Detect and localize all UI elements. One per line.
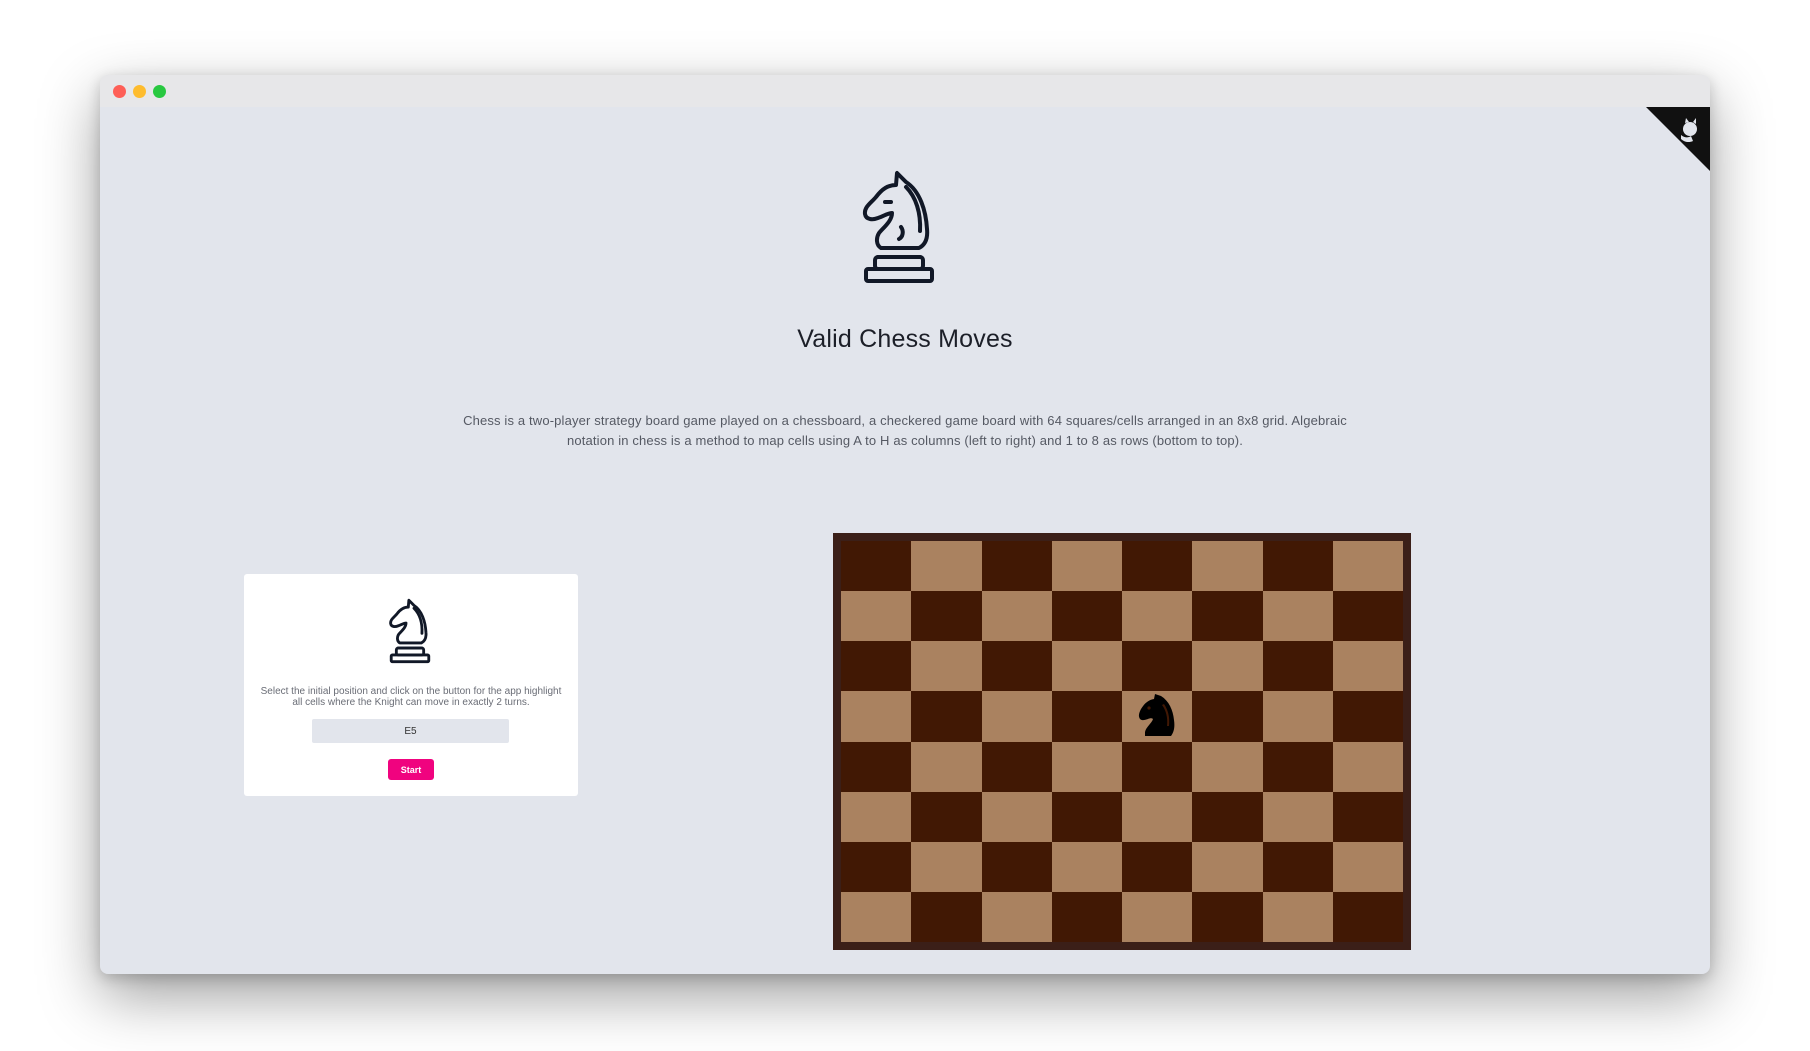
board-cell-f2[interactable] bbox=[1192, 841, 1263, 892]
board-cell-c3[interactable] bbox=[981, 791, 1052, 842]
board-cell-h8[interactable] bbox=[1332, 541, 1403, 592]
board-cell-a7[interactable] bbox=[841, 591, 912, 642]
board-cell-c5[interactable] bbox=[981, 691, 1052, 742]
knight-piece-icon bbox=[1137, 692, 1177, 740]
chessboard bbox=[833, 533, 1411, 950]
board-cell-b1[interactable] bbox=[911, 891, 982, 942]
github-corner-icon bbox=[1646, 107, 1710, 171]
page-title: Valid Chess Moves bbox=[797, 325, 1013, 353]
github-corner-link[interactable] bbox=[1646, 107, 1710, 171]
board-cell-g3[interactable] bbox=[1262, 791, 1333, 842]
board-cell-b4[interactable] bbox=[911, 741, 982, 792]
board-cell-c2[interactable] bbox=[981, 841, 1052, 892]
board-cell-c6[interactable] bbox=[981, 641, 1052, 692]
board-cell-a8[interactable] bbox=[841, 541, 912, 592]
board-cell-h7[interactable] bbox=[1332, 591, 1403, 642]
board-cell-g1[interactable] bbox=[1262, 891, 1333, 942]
board-cell-d8[interactable] bbox=[1051, 541, 1122, 592]
board-cell-f5[interactable] bbox=[1192, 691, 1263, 742]
board-cell-e2[interactable] bbox=[1122, 841, 1193, 892]
page-description: Chess is a two-player strategy board gam… bbox=[463, 413, 1347, 448]
board-cell-b2[interactable] bbox=[911, 841, 982, 892]
board-cell-a4[interactable] bbox=[841, 741, 912, 792]
board-cell-d6[interactable] bbox=[1051, 641, 1122, 692]
board-cell-g2[interactable] bbox=[1262, 841, 1333, 892]
board-cell-h4[interactable] bbox=[1332, 741, 1403, 792]
minimize-window-button[interactable] bbox=[133, 85, 146, 98]
board-cell-a2[interactable] bbox=[841, 841, 912, 892]
board-cell-f6[interactable] bbox=[1192, 641, 1263, 692]
board-cell-f4[interactable] bbox=[1192, 741, 1263, 792]
board-cell-b5[interactable] bbox=[911, 691, 982, 742]
knight-outline-icon bbox=[389, 598, 431, 664]
board-cell-g5[interactable] bbox=[1262, 691, 1333, 742]
board-cell-h1[interactable] bbox=[1332, 891, 1403, 942]
knight-outline-icon bbox=[862, 171, 934, 283]
board-cell-d1[interactable] bbox=[1051, 891, 1122, 942]
board-cell-c8[interactable] bbox=[981, 541, 1052, 592]
board-cell-e3[interactable] bbox=[1122, 791, 1193, 842]
board-cell-a5[interactable] bbox=[841, 691, 912, 742]
board-cell-c1[interactable] bbox=[981, 891, 1052, 942]
instructions-text: Select the initial position and click on… bbox=[260, 686, 562, 708]
board-cell-h6[interactable] bbox=[1332, 641, 1403, 692]
board-cell-b8[interactable] bbox=[911, 541, 982, 592]
board-cell-d3[interactable] bbox=[1051, 791, 1122, 842]
board-cell-d2[interactable] bbox=[1051, 841, 1122, 892]
board-cell-e1[interactable] bbox=[1122, 891, 1193, 942]
board-cell-g4[interactable] bbox=[1262, 741, 1333, 792]
board-cell-g6[interactable] bbox=[1262, 641, 1333, 692]
board-cell-e8[interactable] bbox=[1122, 541, 1193, 592]
board-cell-d5[interactable] bbox=[1051, 691, 1122, 742]
board-cell-g7[interactable] bbox=[1262, 591, 1333, 642]
browser-window: Valid Chess Moves Chess is a two-player … bbox=[100, 75, 1710, 974]
board-cell-e7[interactable] bbox=[1122, 591, 1193, 642]
position-input[interactable] bbox=[312, 719, 509, 743]
close-window-button[interactable] bbox=[113, 85, 126, 98]
board-cell-h2[interactable] bbox=[1332, 841, 1403, 892]
board-cell-f8[interactable] bbox=[1192, 541, 1263, 592]
board-cell-g8[interactable] bbox=[1262, 541, 1333, 592]
board-cell-e4[interactable] bbox=[1122, 741, 1193, 792]
settings-card: Select the initial position and click on… bbox=[244, 574, 578, 796]
board-cell-b3[interactable] bbox=[911, 791, 982, 842]
board-cell-h5[interactable] bbox=[1332, 691, 1403, 742]
maximize-window-button[interactable] bbox=[153, 85, 166, 98]
board-cell-f7[interactable] bbox=[1192, 591, 1263, 642]
board-cell-a3[interactable] bbox=[841, 791, 912, 842]
window-titlebar bbox=[100, 75, 1710, 107]
board-cell-f1[interactable] bbox=[1192, 891, 1263, 942]
board-cell-d7[interactable] bbox=[1051, 591, 1122, 642]
board-cell-a1[interactable] bbox=[841, 891, 912, 942]
board-cell-d4[interactable] bbox=[1051, 741, 1122, 792]
board-cell-e6[interactable] bbox=[1122, 641, 1193, 692]
board-cell-a6[interactable] bbox=[841, 641, 912, 692]
board-cell-c7[interactable] bbox=[981, 591, 1052, 642]
chessboard-grid bbox=[841, 541, 1403, 942]
board-cell-e5[interactable] bbox=[1122, 691, 1193, 742]
board-cell-b7[interactable] bbox=[911, 591, 982, 642]
board-cell-f3[interactable] bbox=[1192, 791, 1263, 842]
board-cell-b6[interactable] bbox=[911, 641, 982, 692]
board-cell-h3[interactable] bbox=[1332, 791, 1403, 842]
start-button[interactable]: Start bbox=[388, 759, 434, 780]
board-cell-c4[interactable] bbox=[981, 741, 1052, 792]
